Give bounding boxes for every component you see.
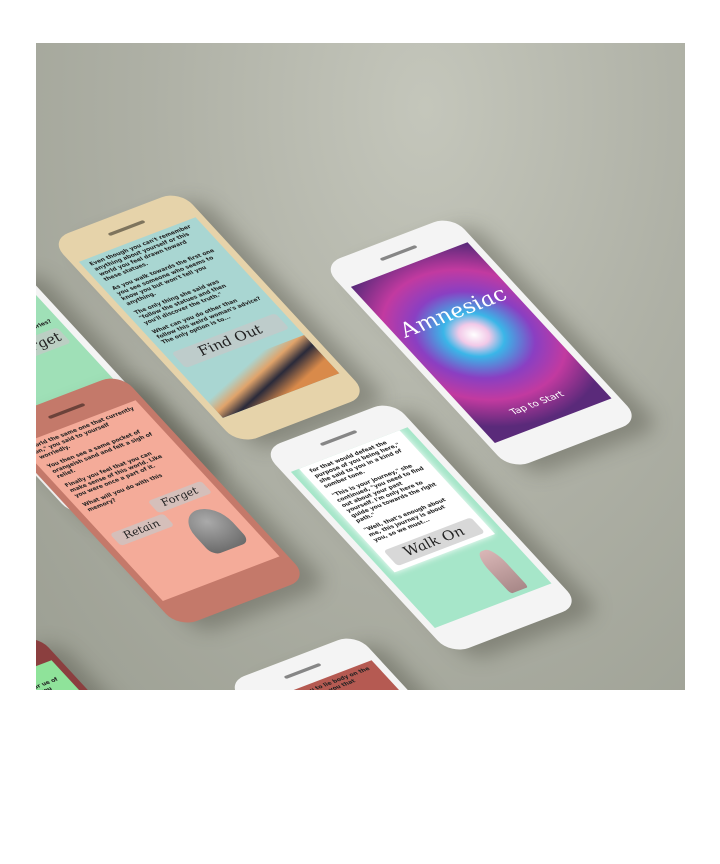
- phone-bottom-left-partial: our ue of d you: [36, 633, 225, 690]
- speaker: [379, 244, 418, 262]
- speaker: [283, 662, 322, 680]
- screen: our ue of d you: [36, 660, 196, 690]
- retain-button[interactable]: Retain: [109, 513, 175, 547]
- speaker: [107, 219, 146, 237]
- screen-text: our ue of d you: [36, 676, 60, 690]
- story-panel: for that would defeat the purpose of you…: [299, 430, 496, 573]
- speaker: [319, 429, 358, 447]
- forget-button[interactable]: Forget: [36, 327, 72, 364]
- atlas-statue-image: [177, 503, 251, 556]
- tap-to-start-button[interactable]: Tap to Start: [475, 377, 599, 430]
- app-title: Amnesiac: [393, 283, 514, 342]
- woman-statue-image: [474, 547, 529, 594]
- mockup-scene: memories? Forget Even though you can't r…: [36, 43, 685, 690]
- speaker: [47, 402, 86, 420]
- phone-bottom-partial: me, leaving you to lie body on the groun…: [226, 633, 545, 690]
